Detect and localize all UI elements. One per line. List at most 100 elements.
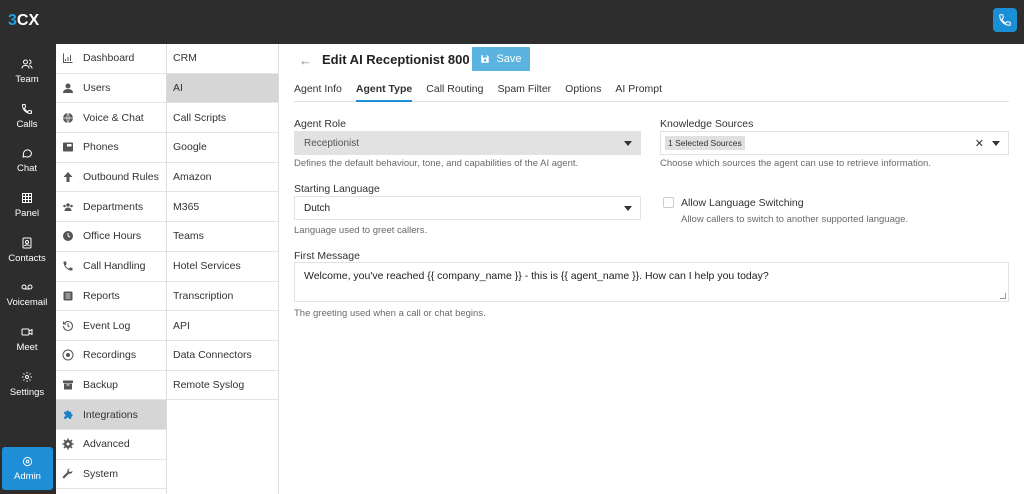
menu-item-users[interactable]: Users [56, 74, 166, 104]
chevron-down-icon [624, 141, 632, 146]
back-arrow-icon[interactable]: ← [299, 53, 312, 68]
tab-agent-info[interactable]: Agent Info [294, 77, 342, 102]
wrench-icon [61, 467, 75, 481]
starting-language-select[interactable]: Dutch [294, 196, 641, 220]
voicemail-icon [21, 284, 33, 289]
nav-team[interactable]: Team [0, 51, 54, 91]
submenu-item-ai[interactable]: AI [167, 73, 278, 104]
nav-chat[interactable]: Chat [0, 140, 54, 180]
starting-language-label: Starting Language [294, 183, 380, 195]
tab-ai-prompt[interactable]: AI Prompt [615, 77, 662, 102]
menu-item-voice-chat[interactable]: Voice & Chat [56, 103, 166, 134]
archive-icon [61, 378, 75, 392]
puzzle-icon [61, 408, 75, 422]
phone-icon [999, 14, 1011, 26]
softphone-button[interactable] [993, 8, 1017, 32]
submenu-item-call-scripts[interactable]: Call Scripts [167, 103, 278, 134]
phone-icon [61, 259, 75, 273]
tab-options[interactable]: Options [565, 77, 601, 102]
agent-role-label: Agent Role [294, 118, 346, 130]
arrow-up-icon [61, 170, 75, 184]
group-icon [61, 200, 75, 214]
gear-icon [61, 437, 75, 451]
first-message-textarea[interactable]: Welcome, you've reached {{ company_name … [294, 262, 1009, 302]
clock-icon [61, 229, 75, 243]
page-title: Edit AI Receptionist 800 [322, 52, 470, 67]
chevron-down-icon [624, 206, 632, 211]
phone-icon [21, 103, 32, 114]
tab-call-routing[interactable]: Call Routing [426, 77, 483, 102]
menu-item-advanced[interactable]: Advanced [56, 430, 166, 460]
nav-admin[interactable]: Admin [2, 447, 53, 490]
main-content: ← Edit AI Receptionist 800 Save Agent In… [279, 44, 1024, 494]
resize-handle[interactable] [1000, 293, 1006, 299]
grid-icon [22, 192, 32, 203]
knowledge-sources-label: Knowledge Sources [660, 118, 754, 130]
menu-item-dashboard[interactable]: Dashboard [56, 44, 166, 74]
knowledge-sources-help: Choose which sources the agent can use t… [660, 158, 931, 169]
knowledge-sources-select[interactable]: 1 Selected Sources ✕ [660, 131, 1009, 155]
dashboard-icon [61, 51, 75, 65]
nav-calls[interactable]: Calls [0, 96, 54, 136]
nav-meet[interactable]: Meet [0, 319, 54, 359]
floppy-icon [481, 55, 490, 63]
menu-item-system[interactable]: System [56, 460, 166, 490]
allow-language-switching-checkbox[interactable] [663, 197, 674, 208]
nav-voicemail[interactable]: Voicemail [0, 274, 54, 314]
menu-item-recordings[interactable]: Recordings [56, 341, 166, 371]
agent-role-select[interactable]: Receptionist [294, 131, 641, 155]
first-message-label: First Message [294, 250, 360, 262]
chevron-down-icon [992, 141, 1000, 146]
video-icon [21, 328, 33, 335]
admin-icon [22, 456, 33, 466]
tab-bar: Agent Info Agent Type Call Routing Spam … [294, 77, 1009, 102]
chat-icon [22, 148, 33, 158]
submenu-item-crm[interactable]: CRM [167, 44, 278, 74]
first-message-help: The greeting used when a call or chat be… [294, 308, 486, 319]
submenu-item-amazon[interactable]: Amazon [167, 163, 278, 193]
admin-menu: Dashboard Users Voice & Chat Phones Outb… [56, 44, 167, 494]
nav-contacts[interactable]: Contacts [0, 230, 54, 270]
user-icon [61, 81, 75, 95]
agent-role-help: Defines the default behaviour, tone, and… [294, 158, 579, 169]
menu-item-phones[interactable]: Phones [56, 133, 166, 163]
nav-panel[interactable]: Panel [0, 185, 54, 225]
submenu-item-hotel-services[interactable]: Hotel Services [167, 252, 278, 282]
menu-item-call-handling[interactable]: Call Handling [56, 252, 166, 282]
logo: 3CX [8, 12, 40, 29]
submenu-item-teams[interactable]: Teams [167, 222, 278, 252]
submenu-item-google[interactable]: Google [167, 133, 278, 163]
starting-language-help: Language used to greet callers. [294, 225, 428, 236]
save-button[interactable]: Save [472, 47, 530, 71]
submenu-item-api[interactable]: API [167, 311, 278, 341]
allow-language-switching-help: Allow callers to switch to another suppo… [681, 214, 909, 225]
menu-item-outbound-rules[interactable]: Outbound Rules [56, 163, 166, 193]
tab-agent-type[interactable]: Agent Type [355, 77, 413, 102]
selected-sources-chip: 1 Selected Sources [665, 136, 745, 150]
clear-icon[interactable]: ✕ [975, 137, 984, 150]
submenu-item-m365[interactable]: M365 [167, 192, 278, 223]
menu-item-departments[interactable]: Departments [56, 192, 166, 223]
record-icon [61, 348, 75, 362]
report-icon [61, 289, 75, 303]
tab-spam-filter[interactable]: Spam Filter [497, 77, 551, 102]
menu-item-reports[interactable]: Reports [56, 282, 166, 312]
integrations-menu: CRM AI Call Scripts Google Amazon M365 T… [167, 44, 279, 494]
menu-item-backup[interactable]: Backup [56, 371, 166, 401]
top-bar: 3CX [0, 0, 1024, 44]
contacts-icon [22, 237, 32, 248]
gear-icon [22, 371, 32, 382]
submenu-item-data-connectors[interactable]: Data Connectors [167, 341, 278, 371]
menu-item-integrations[interactable]: Integrations [56, 400, 166, 430]
desk-phone-icon [61, 140, 75, 154]
submenu-item-transcription[interactable]: Transcription [167, 282, 278, 312]
globe-icon [61, 111, 75, 125]
nav-settings[interactable]: Settings [0, 364, 54, 404]
history-icon [61, 319, 75, 333]
team-icon [21, 59, 33, 69]
menu-item-office-hours[interactable]: Office Hours [56, 222, 166, 252]
submenu-item-remote-syslog[interactable]: Remote Syslog [167, 371, 278, 401]
allow-language-switching-label: Allow Language Switching [681, 197, 804, 209]
menu-item-event-log[interactable]: Event Log [56, 311, 166, 341]
main-sidebar: Team Calls Chat Panel Contacts Voicemail… [0, 44, 56, 494]
